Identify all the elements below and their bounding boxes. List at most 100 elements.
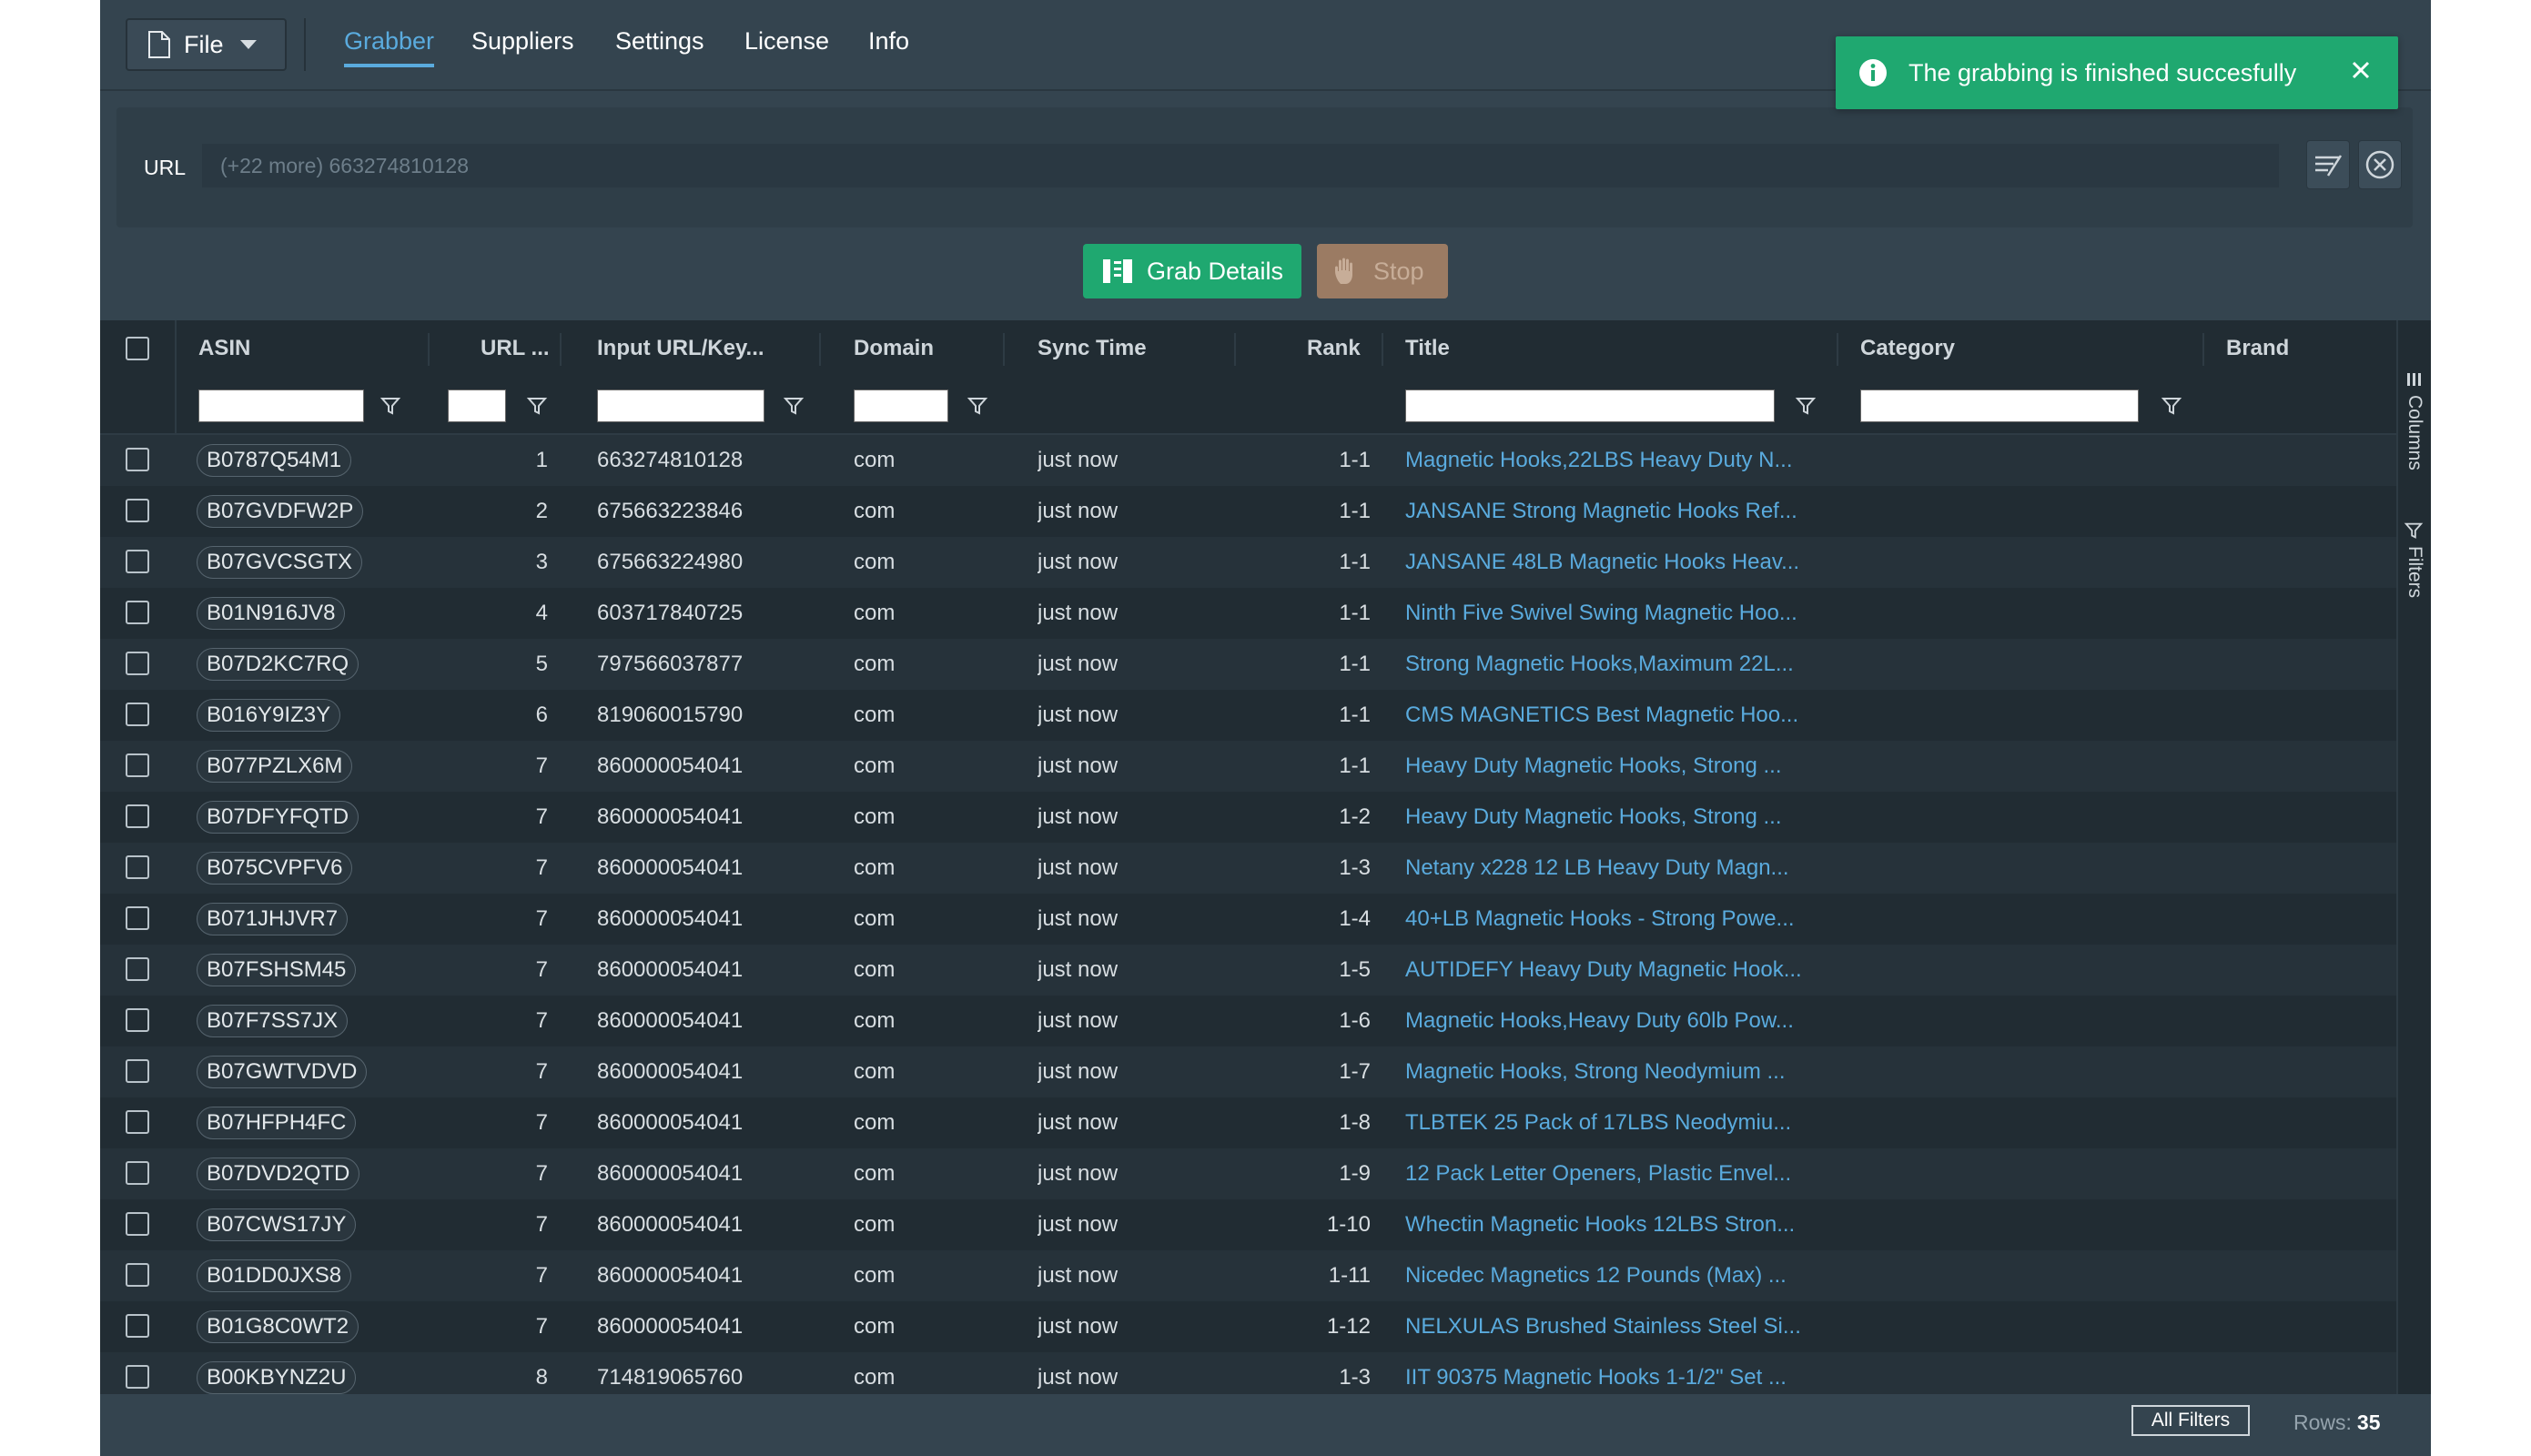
asin-chip[interactable]: B07CWS17JY	[197, 1208, 357, 1241]
table-row[interactable]: B07DVD2QTD 7 860000054041 com just now 1-9 12 …	[100, 1148, 2396, 1201]
column-header-title[interactable]: Title	[1405, 320, 1587, 377]
asin-chip[interactable]: B01DD0JXS8	[197, 1259, 352, 1292]
filter-icon[interactable]	[1795, 395, 1817, 417]
asin-chip[interactable]: B07D2KC7RQ	[197, 648, 359, 681]
column-header-url-index[interactable]: URL ...	[481, 320, 553, 377]
row-checkbox[interactable]	[126, 1263, 149, 1287]
row-checkbox[interactable]	[126, 1212, 149, 1236]
table-row[interactable]: B071JHJVR7 7 860000054041 com just now 1-4 40+…	[100, 894, 2396, 946]
filter-icon[interactable]	[967, 395, 988, 417]
asin-filter-input[interactable]	[198, 389, 364, 422]
table-row[interactable]: B01G8C0WT2 7 860000054041 com just now 1-12 NE…	[100, 1301, 2396, 1354]
asin-chip[interactable]: B07GWTVDVD	[197, 1056, 368, 1088]
close-icon[interactable]	[2347, 56, 2374, 84]
title-link[interactable]: Heavy Duty Magnetic Hooks, Strong ...	[1405, 741, 1833, 792]
title-link[interactable]: Whectin Magnetic Hooks 12LBS Stron...	[1405, 1199, 1833, 1250]
column-header-input-url[interactable]: Input URL/Key...	[597, 320, 779, 377]
url-input[interactable]	[202, 144, 2279, 187]
tab-settings[interactable]: Settings	[615, 27, 704, 56]
stop-button[interactable]: Stop	[1317, 244, 1448, 298]
asin-chip[interactable]: B00KBYNZ2U	[197, 1361, 357, 1394]
table-row[interactable]: B07HFPH4FC 7 860000054041 com just now 1-8 TLB…	[100, 1097, 2396, 1150]
title-link[interactable]: 12 Pack Letter Openers, Plastic Envel...	[1405, 1148, 1833, 1199]
row-checkbox[interactable]	[126, 1008, 149, 1032]
tab-grabber[interactable]: Grabber	[344, 27, 435, 67]
title-link[interactable]: JANSANE 48LB Magnetic Hooks Heav...	[1405, 537, 1833, 588]
asin-chip[interactable]: B07GVCSGTX	[197, 546, 363, 579]
row-checkbox[interactable]	[126, 448, 149, 471]
asin-chip[interactable]: B07GVDFW2P	[197, 495, 364, 528]
table-row[interactable]: B01N916JV8 4 603717840725 com just now 1-1 Nin…	[100, 588, 2396, 641]
select-all-checkbox[interactable]	[126, 337, 149, 360]
table-row[interactable]: B07GWTVDVD 7 860000054041 com just now 1-7 Mag…	[100, 1046, 2396, 1099]
table-row[interactable]: B07D2KC7RQ 5 797566037877 com just now 1-1 Str…	[100, 639, 2396, 692]
column-header-brand[interactable]: Brand	[2226, 320, 2363, 377]
asin-chip[interactable]: B07DFYFQTD	[197, 801, 359, 834]
asin-chip[interactable]: B016Y9IZ3Y	[197, 699, 341, 732]
title-link[interactable]: Magnetic Hooks,Heavy Duty 60lb Pow...	[1405, 996, 1833, 1046]
title-link[interactable]: Ninth Five Swivel Swing Magnetic Hoo...	[1405, 588, 1833, 639]
asin-chip[interactable]: B07FSHSM45	[197, 954, 357, 986]
asin-chip[interactable]: B07F7SS7JX	[197, 1005, 349, 1037]
filter-icon[interactable]	[2161, 395, 2182, 417]
table-row[interactable]: B07GVDFW2P 2 675663223846 com just now 1-1 JAN…	[100, 486, 2396, 539]
row-checkbox[interactable]	[126, 1059, 149, 1083]
row-checkbox[interactable]	[126, 1314, 149, 1338]
filter-icon[interactable]	[380, 395, 401, 417]
title-filter-input[interactable]	[1405, 389, 1775, 422]
row-checkbox[interactable]	[126, 703, 149, 726]
column-header-domain[interactable]: Domain	[854, 320, 963, 377]
all-filters-button[interactable]: All Filters	[2131, 1405, 2250, 1436]
asin-chip[interactable]: B07DVD2QTD	[197, 1158, 360, 1190]
table-row[interactable]: B07CWS17JY 7 860000054041 com just now 1-10 Wh…	[100, 1199, 2396, 1252]
row-checkbox[interactable]	[126, 1110, 149, 1134]
clear-url-button[interactable]	[2358, 140, 2402, 189]
table-row[interactable]: B07DFYFQTD 7 860000054041 com just now 1-2 Hea…	[100, 792, 2396, 844]
row-checkbox[interactable]	[126, 1365, 149, 1389]
asin-chip[interactable]: B01G8C0WT2	[197, 1310, 359, 1343]
table-row[interactable]: B01DD0JXS8 7 860000054041 com just now 1-11 Ni…	[100, 1250, 2396, 1303]
title-link[interactable]: Heavy Duty Magnetic Hooks, Strong ...	[1405, 792, 1833, 843]
asin-chip[interactable]: B01N916JV8	[197, 597, 346, 630]
row-checkbox[interactable]	[126, 906, 149, 930]
row-checkbox[interactable]	[126, 652, 149, 675]
column-header-asin[interactable]: ASIN	[198, 320, 335, 377]
tab-license[interactable]: License	[744, 27, 829, 56]
row-checkbox[interactable]	[126, 855, 149, 879]
table-row[interactable]: B07F7SS7JX 7 860000054041 com just now 1-6 Mag…	[100, 996, 2396, 1048]
title-link[interactable]: JANSANE Strong Magnetic Hooks Ref...	[1405, 486, 1833, 537]
title-link[interactable]: Magnetic Hooks,22LBS Heavy Duty N...	[1405, 435, 1833, 486]
row-checkbox[interactable]	[126, 957, 149, 981]
title-link[interactable]: NELXULAS Brushed Stainless Steel Si...	[1405, 1301, 1833, 1352]
title-link[interactable]: Strong Magnetic Hooks,Maximum 22L...	[1405, 639, 1833, 690]
row-checkbox[interactable]	[126, 601, 149, 624]
title-link[interactable]: Netany x228 12 LB Heavy Duty Magn...	[1405, 843, 1833, 894]
asin-chip[interactable]: B07HFPH4FC	[197, 1107, 357, 1139]
asin-chip[interactable]: B0787Q54M1	[197, 444, 352, 477]
tab-suppliers[interactable]: Suppliers	[471, 27, 574, 56]
column-header-sync-time[interactable]: Sync Time	[1038, 320, 1174, 377]
row-checkbox[interactable]	[126, 753, 149, 777]
asin-chip[interactable]: B071JHJVR7	[197, 903, 349, 935]
title-link[interactable]: 40+LB Magnetic Hooks - Strong Powe...	[1405, 894, 1833, 945]
table-row[interactable]: B075CVPFV6 7 860000054041 com just now 1-3 Net…	[100, 843, 2396, 895]
file-menu-button[interactable]: File	[126, 18, 287, 71]
table-row[interactable]: B077PZLX6M 7 860000054041 com just now 1-1 Hea…	[100, 741, 2396, 794]
category-filter-input[interactable]	[1860, 389, 2139, 422]
title-link[interactable]: Magnetic Hooks, Strong Neodymium ...	[1405, 1046, 1833, 1097]
title-link[interactable]: TLBTEK 25 Pack of 17LBS Neodymiu...	[1405, 1097, 1833, 1148]
asin-chip[interactable]: B075CVPFV6	[197, 852, 353, 885]
url-index-filter-input[interactable]	[448, 389, 506, 422]
table-row[interactable]: B07FSHSM45 7 860000054041 com just now 1-5 AUT…	[100, 945, 2396, 997]
title-link[interactable]: IIT 90375 Magnetic Hooks 1-1/2" Set ...	[1405, 1352, 1833, 1394]
table-row[interactable]: B00KBYNZ2U 8 714819065760 com just now 1-3 IIT…	[100, 1352, 2396, 1394]
table-row[interactable]: B0787Q54M1 1 663274810128 com just now 1-1 Mag…	[100, 435, 2396, 488]
filters-tool-tab[interactable]: Filters	[2404, 546, 2425, 598]
title-link[interactable]: AUTIDEFY Heavy Duty Magnetic Hook...	[1405, 945, 1833, 996]
title-link[interactable]: CMS MAGNETICS Best Magnetic Hoo...	[1405, 690, 1833, 741]
filter-icon[interactable]	[783, 395, 805, 417]
column-header-rank[interactable]: Rank	[1307, 320, 1380, 377]
table-row[interactable]: B016Y9IZ3Y 6 819060015790 com just now 1-1 CMS…	[100, 690, 2396, 743]
row-checkbox[interactable]	[126, 1161, 149, 1185]
columns-tool-tab[interactable]: Columns	[2404, 395, 2425, 470]
